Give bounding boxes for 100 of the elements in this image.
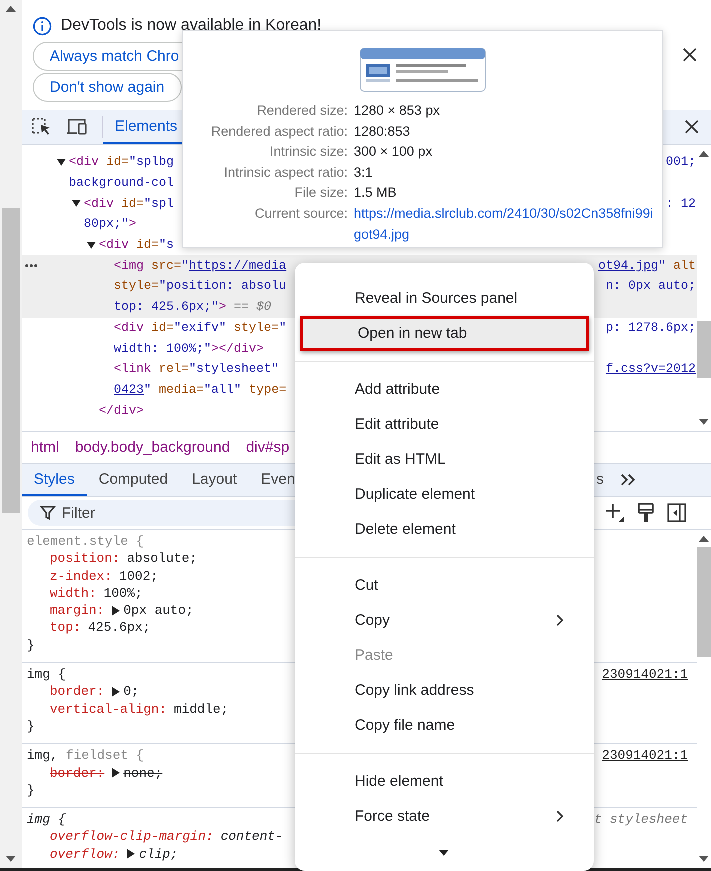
code-line: style="position: absolu — [114, 279, 287, 294]
expand-triangle-icon[interactable] — [112, 606, 120, 616]
sidebar-tab[interactable]: Styles — [22, 464, 87, 496]
tooltip-value: 300 × 100 px — [354, 143, 434, 162]
scroll-down-icon[interactable] — [439, 850, 449, 856]
scroll-up-icon[interactable] — [699, 536, 709, 542]
css-property-name[interactable]: margin: — [50, 602, 105, 620]
tooltip-label: File size: — [294, 184, 348, 202]
code-line: background-col — [69, 176, 174, 190]
more-tabs-icon[interactable] — [620, 473, 636, 487]
menu-item[interactable]: Edit attribute — [295, 407, 594, 442]
css-property-value[interactable]: 0; — [124, 683, 140, 701]
menu-item[interactable]: Add attribute — [295, 372, 594, 407]
breadcrumb-item[interactable]: html — [31, 439, 60, 456]
tooltip-label: Rendered aspect ratio: — [210, 122, 348, 141]
source-link[interactable]: 230914021:1 — [602, 666, 688, 684]
code-line: <div id="exifv" style=" — [114, 320, 287, 335]
menu-item[interactable]: Copy file name — [295, 708, 594, 743]
code-line: n: 0px auto; — [606, 279, 696, 294]
code-line: <div id="spl — [84, 196, 174, 211]
source-link[interactable]: 230914021:1 — [602, 747, 688, 765]
scroll-down-icon[interactable] — [699, 419, 709, 425]
css-property-value[interactable]: 100%; — [104, 584, 143, 602]
css-property-value[interactable]: clip; — [139, 846, 178, 864]
infobar-button[interactable]: Don't show again — [33, 73, 182, 102]
css-property-value[interactable]: 0px auto; — [124, 602, 194, 620]
css-brace: } — [27, 638, 35, 653]
infobar-message: DevTools is now available in Korean! — [61, 17, 322, 35]
css-selector: element.style { — [27, 533, 144, 550]
css-property-name[interactable]: top: — [50, 619, 82, 637]
css-property-name[interactable]: border: — [50, 764, 105, 782]
menu-item[interactable]: Open in new tab — [300, 316, 589, 351]
scroll-thumb[interactable] — [697, 547, 711, 657]
inspect-icon[interactable] — [32, 118, 52, 136]
code-line: width: 100%;"></div> — [114, 342, 264, 356]
css-property-value[interactable]: absolute; — [127, 550, 198, 568]
menu-item[interactable]: Copy link address — [295, 673, 594, 708]
code-link[interactable]: ot94.jpg — [598, 258, 658, 273]
css-selector: img, fieldset { — [27, 747, 144, 765]
css-property-name[interactable]: overflow-clip-margin: — [50, 828, 214, 846]
expand-triangle-icon[interactable] — [112, 687, 120, 698]
tooltip-value: 1280 × 853 px — [354, 102, 441, 120]
tooltip-value: 1280:853 — [354, 122, 412, 141]
code-line: <div id="splbg — [69, 155, 174, 170]
code-link[interactable]: 0423 — [114, 382, 144, 397]
device-icon[interactable] — [66, 118, 88, 136]
code-line: </div> — [99, 404, 144, 418]
menu-item[interactable]: Force state — [295, 799, 594, 834]
css-property-value[interactable]: middle; — [174, 700, 229, 718]
tooltip-label: Rendered size: — [256, 102, 348, 120]
scroll-thumb[interactable] — [2, 208, 20, 513]
close-icon[interactable] — [683, 48, 697, 62]
sidebar-tab[interactable]: Computed — [86, 464, 180, 496]
expand-triangle-icon[interactable] — [112, 768, 120, 778]
code-line: <img src="https://media — [114, 258, 287, 273]
source-label: t stylesheet — [594, 811, 688, 828]
scroll-up-icon[interactable] — [6, 6, 16, 12]
css-property-value[interactable]: 425.6px; — [88, 619, 151, 637]
menu-item[interactable]: Hide element — [295, 764, 594, 799]
menu-item[interactable]: Reveal in Sources panel — [295, 281, 594, 316]
css-property-name[interactable]: width: — [50, 584, 97, 602]
sidebar-tab[interactable]: Layout — [180, 464, 250, 496]
code-line: 001; — [666, 155, 696, 170]
code-link[interactable]: https://media — [189, 258, 287, 273]
scroll-down-icon[interactable] — [6, 856, 16, 862]
scroll-down-icon[interactable] — [699, 856, 709, 862]
css-property-value[interactable]: content- — [220, 828, 284, 846]
expand-triangle-icon[interactable] — [87, 240, 96, 250]
info-icon — [33, 16, 52, 36]
css-property-name[interactable]: border: — [50, 683, 105, 701]
breadcrumb-item[interactable]: body.body_background — [75, 439, 230, 456]
css-property-name[interactable]: overflow: — [50, 846, 120, 864]
tooltip-value: 3:1 — [354, 164, 374, 182]
expand-triangle-icon[interactable] — [127, 849, 136, 860]
scroll-thumb[interactable] — [697, 321, 711, 378]
code-line: p: 1278.6px; — [606, 320, 696, 335]
css-property-name[interactable]: position: — [50, 550, 120, 568]
code-line: top: 425.6px;"> == $0 — [114, 300, 272, 314]
expand-triangle-icon[interactable] — [72, 199, 81, 208]
css-property-name[interactable]: z-index: — [50, 568, 112, 585]
css-property-name[interactable]: vertical-align: — [50, 700, 168, 718]
brush-icon[interactable] — [637, 503, 655, 523]
css-brace: } — [27, 782, 35, 798]
plus-icon[interactable] — [605, 503, 625, 523]
menu-item[interactable]: Cut — [295, 568, 594, 603]
breadcrumb-item[interactable]: div#sp — [246, 439, 290, 456]
css-property-value[interactable]: none; — [124, 764, 163, 782]
code-link[interactable]: f.css?v=2012 — [606, 362, 696, 376]
css-property-value[interactable]: 1002; — [119, 568, 158, 585]
scroll-up-icon[interactable] — [699, 151, 709, 157]
filter-icon — [40, 505, 56, 521]
close-icon[interactable] — [685, 120, 699, 134]
more-icon[interactable] — [25, 264, 38, 268]
menu-item[interactable]: Copy — [295, 603, 594, 638]
expand-triangle-icon[interactable] — [57, 158, 66, 167]
code-line: 80px;"> — [84, 217, 137, 232]
source-link[interactable]: https://media.slrclub.com/2410/30/s02Cn358fni99igot94.jpg — [354, 204, 654, 246]
code-line: 0423" media="all" type= — [114, 382, 287, 397]
tooltip-value: 1.5 MB — [354, 184, 398, 202]
sidebar-toggle-icon[interactable] — [667, 503, 687, 523]
